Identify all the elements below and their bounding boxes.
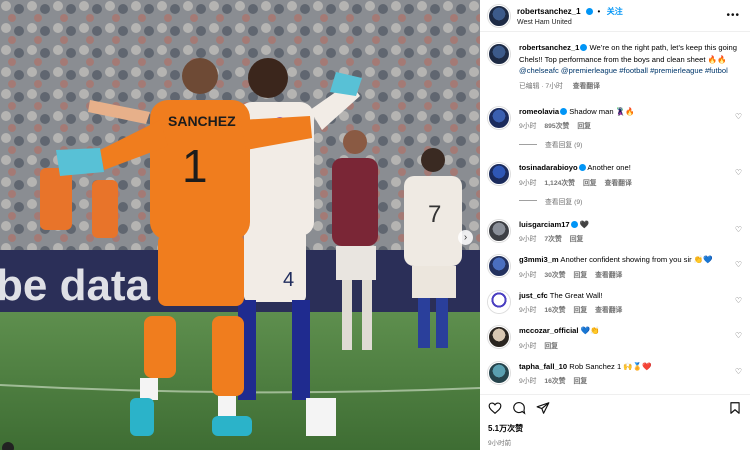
comment-username[interactable]: luisgarciam17: [519, 220, 570, 229]
comment-likes[interactable]: 895次赞: [544, 123, 569, 130]
comment-text: Another confident showing from you sir 👏…: [560, 255, 713, 264]
avatar[interactable]: [488, 163, 510, 185]
heart-icon[interactable]: ♡: [735, 168, 742, 177]
comment-text: Another one!: [587, 163, 631, 172]
heart-icon[interactable]: ♡: [735, 331, 742, 340]
caption-tags[interactable]: @chelseafc @premierleague #football #pre…: [519, 66, 728, 75]
comment-time: 9小时: [519, 342, 537, 350]
list-item: g3mmi3_m Another confident showing from …: [488, 254, 744, 279]
reply-button[interactable]: 回复: [574, 272, 588, 279]
gk-jersey-number: 1: [182, 140, 208, 192]
comment-text: Rob Sanchez 1 🙌🏅❤️: [569, 361, 652, 371]
caption: robertsanchez_1 We’re on the right path,…: [488, 42, 744, 90]
next-media-button[interactable]: ›: [458, 230, 473, 245]
comment-text: The Great Wall!: [549, 290, 603, 300]
view-replies-button[interactable]: 查看回复 (9): [519, 139, 741, 149]
share-icon[interactable]: [536, 401, 550, 415]
bookmark-icon[interactable]: [728, 401, 742, 415]
translate-link[interactable]: 查看翻译: [595, 307, 622, 314]
verified-badge-icon: [560, 107, 568, 115]
avatar[interactable]: [488, 4, 510, 27]
post-panel: robertsanchez_1 • 关注 West Ham United •••…: [480, 0, 750, 450]
translate-link[interactable]: 查看翻译: [605, 180, 632, 187]
header-subtitle[interactable]: West Ham United: [517, 17, 623, 28]
reply-button[interactable]: 回复: [583, 180, 597, 187]
view-replies-button[interactable]: 查看回复 (9): [519, 196, 741, 206]
comment-likes[interactable]: 30次赞: [544, 272, 565, 279]
verified-badge-icon: [578, 164, 586, 171]
avatar[interactable]: [488, 219, 510, 242]
comment-time: 9小时: [519, 378, 537, 385]
comment-time: 9小时: [519, 271, 537, 279]
media-indicator-dot: [2, 442, 14, 450]
list-item: tapha_fall_10 Rob Sanchez 1 🙌🏅❤️ 9小时 16次赞…: [488, 361, 744, 385]
caption-meta: 已编辑 · 7小时: [519, 82, 563, 90]
avatar[interactable]: [488, 290, 510, 313]
comment-username[interactable]: just_cfc: [519, 291, 548, 300]
verified-badge-icon: [570, 220, 578, 228]
background-jersey-number: 7: [428, 201, 441, 228]
like-count[interactable]: 5.1万次赞: [488, 423, 750, 434]
avatar[interactable]: [488, 106, 510, 129]
list-item: tosinadarabioyo Another one! 9小时 1,124次赞 回…: [488, 162, 744, 206]
post-header: robertsanchez_1 • 关注 West Ham United •••: [480, 0, 750, 32]
gk-jersey-name: SANCHEZ: [168, 113, 236, 129]
chevron-right-icon: ›: [463, 232, 468, 243]
comment-text: 🖤: [579, 219, 590, 229]
header-username[interactable]: robertsanchez_1: [517, 7, 581, 16]
post-timestamp: 9小时前: [488, 440, 512, 447]
comment-username[interactable]: tapha_fall_10: [519, 362, 567, 371]
heart-icon[interactable]: ♡: [735, 296, 742, 305]
heart-icon[interactable]: [488, 401, 502, 415]
separator-dot: •: [597, 6, 601, 16]
comment-username[interactable]: tosinadarabioyo: [519, 163, 578, 172]
comment-likes[interactable]: 16次赞: [544, 378, 565, 385]
avatar[interactable]: [488, 255, 510, 277]
view-replies-label: 查看回复 (9): [545, 142, 583, 149]
reply-button[interactable]: 回复: [574, 307, 588, 314]
comment-username[interactable]: mccozar_official: [519, 326, 579, 335]
player-jersey-number: 4: [283, 269, 294, 291]
heart-icon[interactable]: ♡: [735, 367, 742, 376]
heart-icon[interactable]: ♡: [735, 112, 742, 121]
comment-likes[interactable]: 7次赞: [544, 236, 561, 243]
avatar[interactable]: [488, 326, 510, 348]
comment-time: 9小时: [519, 179, 537, 187]
list-item: luisgarciam17 🖤 9小时 7次赞 回复 ♡: [488, 219, 744, 243]
view-replies-label: 查看回复 (9): [545, 198, 583, 206]
comment-likes[interactable]: 16次赞: [544, 307, 565, 314]
comment-time: 9小时: [519, 123, 537, 130]
comment-likes[interactable]: 1,124次赞: [544, 180, 575, 187]
comments-list[interactable]: robertsanchez_1 We’re on the right path,…: [480, 32, 750, 385]
avatar[interactable]: [488, 43, 510, 65]
comment-username[interactable]: romeolavia: [519, 107, 559, 116]
comment-time: 9小时: [519, 236, 537, 243]
list-item: romeolavia Shadow man 🦹‍♂️🔥 9小时 895次赞 回复 查…: [488, 106, 744, 149]
list-item: mccozar_official 💙👏 9小时 回复 ♡: [488, 325, 744, 350]
reply-button[interactable]: 回复: [570, 236, 584, 243]
comment-text: Shadow man 🦹‍♂️🔥: [569, 106, 635, 116]
verified-badge-icon: [580, 44, 588, 51]
list-item: just_cfc The Great Wall! 9小时 16次赞 回复 查看翻译 ♡: [488, 290, 744, 314]
heart-icon[interactable]: ♡: [735, 260, 742, 269]
translate-link[interactable]: 查看翻译: [573, 83, 600, 90]
action-bar: 5.1万次赞 9小时前: [480, 394, 750, 450]
comment-icon[interactable]: [512, 401, 526, 415]
reply-button[interactable]: 回复: [574, 378, 588, 385]
heart-icon[interactable]: ♡: [735, 225, 742, 234]
reply-button[interactable]: 回复: [544, 343, 558, 350]
caption-username[interactable]: robertsanchez_1: [519, 43, 579, 52]
match-photo: be data d 7 4 SANCHEZ 1: [0, 0, 480, 450]
follow-button[interactable]: 关注: [607, 7, 623, 16]
post-media[interactable]: be data d 7 4 SANCHEZ 1 ›: [0, 0, 480, 450]
translate-link[interactable]: 查看翻译: [595, 272, 622, 279]
more-horizontal-icon[interactable]: •••: [726, 10, 740, 21]
verified-badge-icon: [586, 7, 594, 15]
avatar[interactable]: [488, 361, 510, 384]
reply-button[interactable]: 回复: [577, 123, 591, 130]
comment-text: 💙👏: [580, 326, 600, 335]
comment-username[interactable]: g3mmi3_m: [519, 255, 559, 264]
comment-time: 9小时: [519, 307, 537, 314]
